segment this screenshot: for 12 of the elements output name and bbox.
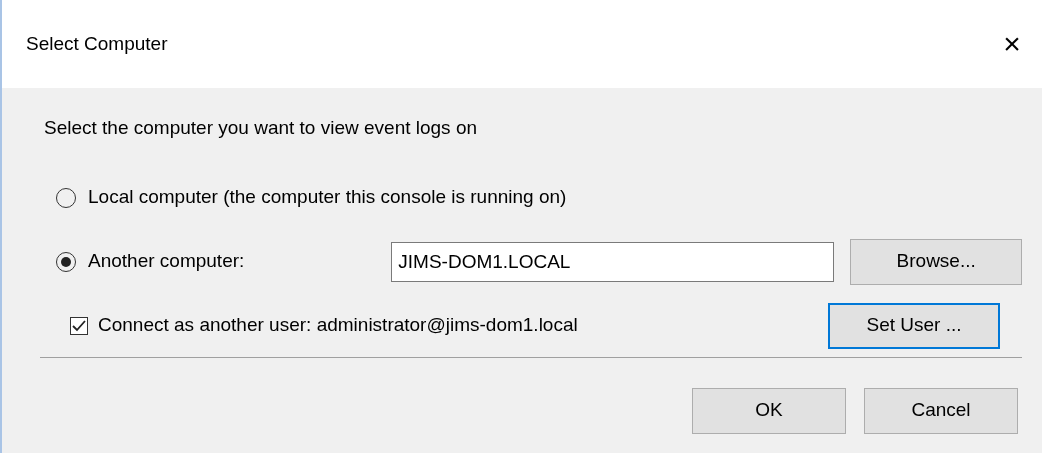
button[interactable]: Set User ... [828, 302, 1000, 349]
close-button[interactable]: × [982, 28, 1042, 60]
checkbox-label[interactable]: Connect as another user: administrator@jims-dom1.local [98, 311, 828, 340]
computer-name-field[interactable]: JIMS-DOM1.LOCAL [391, 241, 835, 282]
prompt-text: Select the computer you want to view event logs on [44, 116, 479, 140]
radio-label[interactable]: Another computer: [88, 247, 392, 276]
button[interactable]: OK [692, 387, 846, 434]
button[interactable]: Cancel [864, 387, 1018, 434]
button[interactable]: Browse... [850, 238, 1022, 285]
radio-label[interactable]: Local computer (the computer this console is running on) [88, 183, 567, 212]
checkbox[interactable] [70, 316, 88, 335]
window-title: Select Computer [26, 31, 168, 56]
